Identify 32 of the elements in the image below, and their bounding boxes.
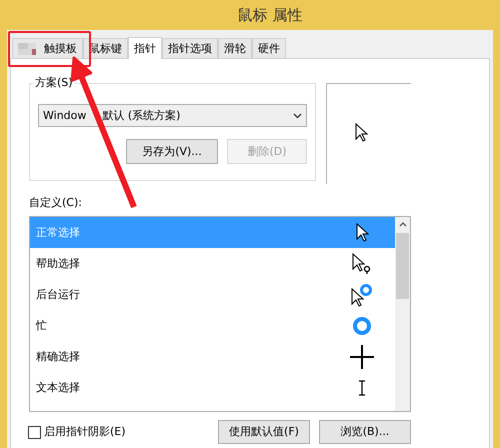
tab[interactable]: 触摸板 [12,38,83,58]
use-default-button[interactable]: 使用默认值(F) [218,420,310,444]
working-pointer-icon [351,282,373,306]
tab[interactable]: 滑轮 [218,38,252,58]
help-pointer-icon [352,252,372,274]
tab[interactable]: 指针 [128,37,162,59]
tab[interactable]: 指针选项 [162,38,218,58]
cursor-list-item[interactable]: 帮助选择 [30,248,395,279]
cursor-list-item[interactable]: 精确选择 [30,341,395,372]
busy-ring-icon [352,316,372,336]
customize-label: 自定义(C): [29,196,82,209]
save-as-button[interactable]: 另存为(V)... [126,139,218,164]
checkbox[interactable] [28,426,41,438]
cursor-list-item[interactable]: 后台运行 [30,279,395,310]
crosshair-icon [350,344,374,368]
browse-button[interactable]: 浏览(B)... [319,420,411,444]
scheme-dropdown[interactable]: Window 默认 (系统方案) [38,104,307,127]
chevron-down-icon [293,112,302,118]
cursor-list-item[interactable]: 文本选择 [30,372,395,403]
cursor-list-item[interactable]: 忙 [30,310,395,341]
scroll-up-icon [398,222,406,227]
checkbox-label: 启用指针阴影(E) [44,425,126,439]
scrollbar[interactable] [395,217,410,411]
text-cursor-icon [358,380,366,396]
tab[interactable]: 硬件 [252,38,286,58]
scrollbar-thumb[interactable] [396,233,409,299]
scheme-value: Window [43,108,86,122]
pointer-icon [354,122,368,142]
window-title: 鼠标 属性 [238,8,302,22]
scheme-value: 默认 (系统方案) [102,108,180,122]
scheme-legend: 方案(S) [33,76,75,90]
pointer-icon [356,223,368,242]
